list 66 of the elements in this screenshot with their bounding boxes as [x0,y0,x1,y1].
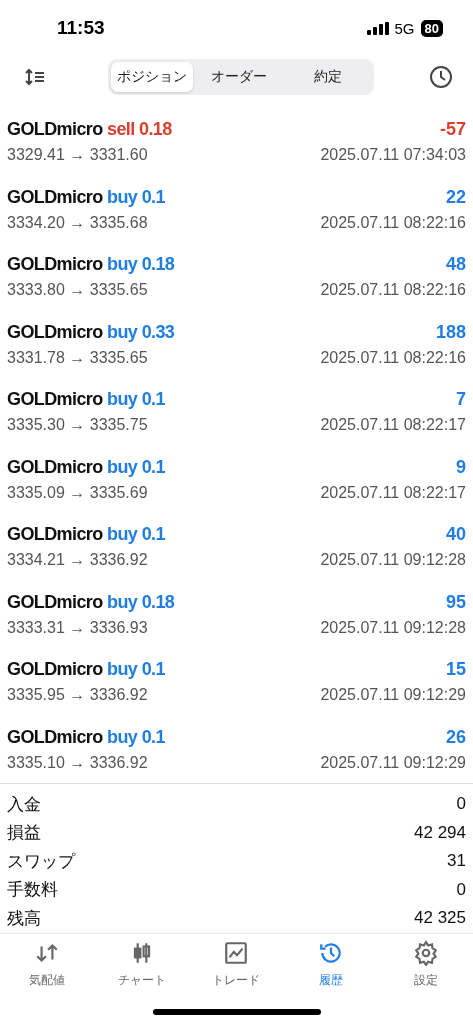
summary-value: 0 [456,879,466,900]
segment-tab[interactable]: 約定 [285,61,371,92]
nav-tab[interactable]: チャート [94,939,190,989]
deal-time: 2025.07.11 08:22:17 [320,483,466,502]
deal-profit: 22 [445,186,466,208]
deal-title: GOLDmicro buy 0.33 [7,321,175,343]
gear-icon [412,939,439,966]
battery-level: 80 [420,19,443,37]
deal-title: GOLDmicro buy 0.1 [7,456,165,478]
deal-time: 2025.07.11 08:22:16 [320,348,466,367]
deal-prices: 3335.95 → 3336.92 [7,686,148,705]
line-chart-icon [223,939,250,966]
summary-value: 31 [447,851,466,872]
deal-time: 2025.07.11 09:12:28 [320,551,466,570]
network-label: 5G [394,19,415,37]
deal-title: GOLDmicro buy 0.18 [7,254,175,276]
deal-title: GOLDmicro buy 0.1 [7,186,165,208]
deal-prices: 3334.20 → 3335.68 [7,213,148,232]
nav-tab[interactable]: トレード [189,939,284,989]
deal-profit: 9 [456,456,466,478]
deal-profit: 7 [456,389,466,411]
sort-icon[interactable] [24,67,46,86]
summary-label: 入金 [7,793,41,816]
deal-prices: 3333.31 → 3336.93 [7,618,148,637]
deal-profit: 95 [445,591,466,613]
deal-title: GOLDmicro buy 0.1 [7,659,165,681]
deal-prices: 3335.10 → 3336.92 [7,753,148,772]
deal-time: 2025.07.11 08:22:16 [320,281,466,300]
deal-prices: 3333.80 → 3335.65 [7,281,148,300]
deal-title: GOLDmicro buy 0.18 [7,591,175,613]
clock-icon[interactable] [429,64,453,89]
deal-time: 2025.07.11 09:12:28 [320,618,466,637]
deal-time: 2025.07.11 08:22:16 [320,213,466,232]
deal-time: 2025.07.11 09:12:29 [320,686,466,705]
deal-title: GOLDmicro buy 0.1 [7,726,165,748]
deal-time: 2025.07.11 08:22:17 [320,416,466,435]
deal-profit: 26 [445,726,466,748]
deal-profit: 40 [445,524,466,546]
deal-title: GOLDmicro sell 0.18 [7,119,172,141]
summary-label: 手数料 [7,879,58,902]
deal-title: GOLDmicro buy 0.1 [7,524,165,546]
deal-time: 2025.07.11 09:12:29 [320,753,466,772]
nav-tab[interactable]: 気配値 [0,939,95,989]
summary-value: 42 325 [414,908,466,929]
deal-prices: 3335.30 → 3335.75 [7,416,148,435]
deal-profit: 48 [445,254,466,276]
status-time: 11:53 [57,17,105,40]
summary-value: 42 294 [414,822,466,843]
deal-prices: 3329.41 → 3331.60 [7,146,148,165]
segment-tab[interactable]: ポジション [111,61,193,92]
signal-icon [366,21,389,35]
summary-label: 損益 [7,822,41,845]
deal-title: GOLDmicro buy 0.1 [7,389,165,411]
deal-prices: 3331.78 → 3335.65 [7,348,148,367]
deal-prices: 3334.21 → 3336.92 [7,551,148,570]
summary-label: スワップ [7,850,75,873]
summary-label: 残高 [7,907,41,930]
nav-tab[interactable]: 設定 [378,939,473,989]
summary-value: 0 [456,794,466,815]
deal-profit: -57 [440,119,466,141]
deal-profit: 15 [445,659,466,681]
deal-prices: 3335.09 → 3335.69 [7,483,148,502]
segment-tab[interactable]: オーダー [193,61,285,92]
deal-time: 2025.07.11 07:34:03 [320,146,466,165]
deal-profit: 188 [435,321,466,343]
nav-tab[interactable]: 履歴 [283,939,379,989]
